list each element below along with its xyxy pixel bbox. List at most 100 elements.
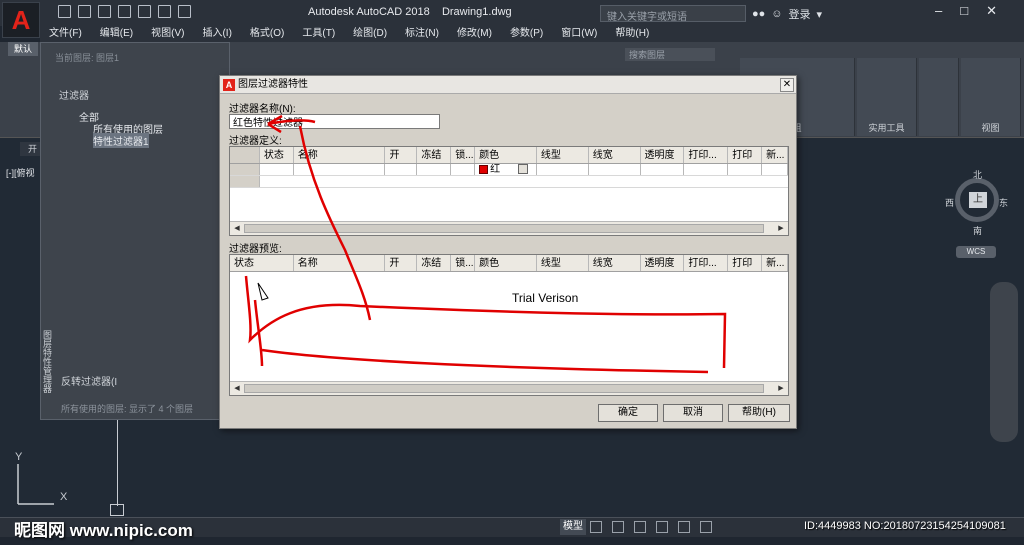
save-icon[interactable] [98,5,111,18]
filter-name-input[interactable] [229,114,440,129]
col-status[interactable]: 状态 [260,147,294,163]
col-color[interactable]: 颜色 [475,255,537,271]
cell-lock[interactable] [451,164,476,175]
viewport-controls[interactable]: [-][俯视 [6,166,35,179]
scroll-left-icon[interactable]: ◀ [232,223,242,234]
scroll-thumb[interactable] [244,224,764,233]
menu-file[interactable]: 文件(F) [40,26,91,42]
scroll-thumb[interactable] [244,384,764,393]
menu-help[interactable]: 帮助(H) [606,26,658,42]
dialog-title-bar[interactable]: A 图层过滤器特性 ✕ [220,76,796,94]
col-lock[interactable]: 锁... [451,147,476,163]
new-file-icon[interactable] [58,5,71,18]
col-plot[interactable]: 打印 [728,255,763,271]
tab-default[interactable]: 默认 [8,42,38,56]
annotation-icon[interactable] [700,521,712,533]
col-on[interactable]: 开 [385,147,418,163]
col-status[interactable]: 状态 [230,255,294,271]
ok-button[interactable]: 确定 [598,404,658,422]
cell-on[interactable] [385,164,418,175]
scroll-right-icon[interactable]: ▶ [776,223,786,234]
application-menu-button[interactable]: A [2,2,40,38]
scroll-right-icon[interactable]: ▶ [776,383,786,394]
menu-parametric[interactable]: 参数(P) [501,26,552,42]
menu-tools[interactable]: 工具(T) [293,26,344,42]
login-area[interactable]: ●● ☺ 登录 ▾ [752,6,822,22]
model-space-button[interactable]: 模型 [560,519,586,535]
polar-icon[interactable] [656,521,668,533]
cell-status[interactable] [260,164,294,175]
cell-plot-style[interactable] [684,164,729,175]
col-name[interactable]: 名称 [294,147,386,163]
ribbon-panel-view[interactable]: 视图 [961,58,1021,136]
col-color[interactable]: 颜色 [475,147,537,163]
col-linetype[interactable]: 线型 [537,147,589,163]
filter-preview-grid[interactable]: 状态 名称 开 冻结 锁... 颜色 线型 线宽 透明度 打印... 打印 新.… [229,254,789,396]
ortho-icon[interactable] [634,521,646,533]
color-picker-button[interactable] [518,164,529,175]
col-new-vp[interactable]: 新... [762,255,788,271]
login-label[interactable]: 登录 [789,6,811,22]
chevron-down-icon[interactable]: ▾ [817,8,823,21]
menu-window[interactable]: 窗口(W) [552,26,606,42]
menu-dimension[interactable]: 标注(N) [396,26,448,42]
binoculars-icon[interactable]: ●● [752,8,765,20]
definition-scrollbar[interactable]: ◀ ▶ [230,221,788,235]
row-header[interactable] [230,176,260,187]
close-icon[interactable]: ✕ [986,3,997,19]
save-as-icon[interactable] [118,5,131,18]
snap-icon[interactable] [612,521,624,533]
osnap-icon[interactable] [678,521,690,533]
cell-freeze[interactable] [417,164,452,175]
menu-format[interactable]: 格式(O) [241,26,293,42]
close-icon[interactable]: ✕ [780,78,794,92]
ribbon-panel-utilities[interactable]: 实用工具 [857,58,917,136]
filter-definition-grid[interactable]: 状态 名称 开 冻结 锁... 颜色 线型 线宽 透明度 打印... 打印 新.… [229,146,789,236]
compass-south[interactable]: 南 [973,224,982,237]
help-search-input[interactable]: 键入关键字或短语 [600,5,746,23]
menu-insert[interactable]: 插入(I) [193,26,240,42]
col-freeze[interactable]: 冻结 [417,255,452,271]
undo-icon[interactable] [158,5,171,18]
menu-draw[interactable]: 绘图(D) [344,26,396,42]
col-lock[interactable]: 锁... [451,255,476,271]
cell-plot[interactable] [728,164,763,175]
ribbon-panel-clipboard[interactable] [919,58,959,136]
cell-new-vp[interactable] [762,164,788,175]
help-button[interactable]: 帮助(H) [728,404,790,422]
viewcube-top-face[interactable]: 上 [969,192,987,208]
grid-icon[interactable] [590,521,602,533]
cell-color[interactable]: 红 [475,164,537,175]
compass-east[interactable]: 东 [999,196,1008,209]
row-header[interactable] [230,164,260,175]
definition-row[interactable]: 红 [230,164,788,176]
navigation-bar[interactable] [990,282,1018,442]
col-on[interactable]: 开 [385,255,418,271]
print-icon[interactable] [138,5,151,18]
col-new-vp[interactable]: 新... [762,147,788,163]
cell-transparency[interactable] [641,164,685,175]
col-plot[interactable]: 打印 [728,147,763,163]
open-file-icon[interactable] [78,5,91,18]
compass-west[interactable]: 西 [945,196,954,209]
scroll-left-icon[interactable]: ◀ [232,383,242,394]
invert-filter-checkbox[interactable]: 反转过滤器(I [61,373,117,388]
cell-linetype[interactable] [537,164,589,175]
menu-view[interactable]: 视图(V) [142,26,193,42]
col-linetype[interactable]: 线型 [537,255,589,271]
tree-item-property-filter[interactable]: 特性过滤器1 [93,133,149,148]
col-transparency[interactable]: 透明度 [641,147,685,163]
search-layers-input[interactable]: 搜索图层 [625,48,715,61]
col-lineweight[interactable]: 线宽 [589,255,641,271]
cancel-button[interactable]: 取消 [663,404,723,422]
definition-row-empty[interactable] [230,176,788,188]
maximize-icon[interactable]: □ [960,3,968,19]
cell-name[interactable] [294,164,386,175]
col-freeze[interactable]: 冻结 [417,147,452,163]
col-name[interactable]: 名称 [294,255,386,271]
cell-lineweight[interactable] [589,164,641,175]
redo-icon[interactable] [178,5,191,18]
preview-scrollbar[interactable]: ◀ ▶ [230,381,788,395]
col-plot-style[interactable]: 打印... [684,255,729,271]
col-lineweight[interactable]: 线宽 [589,147,641,163]
